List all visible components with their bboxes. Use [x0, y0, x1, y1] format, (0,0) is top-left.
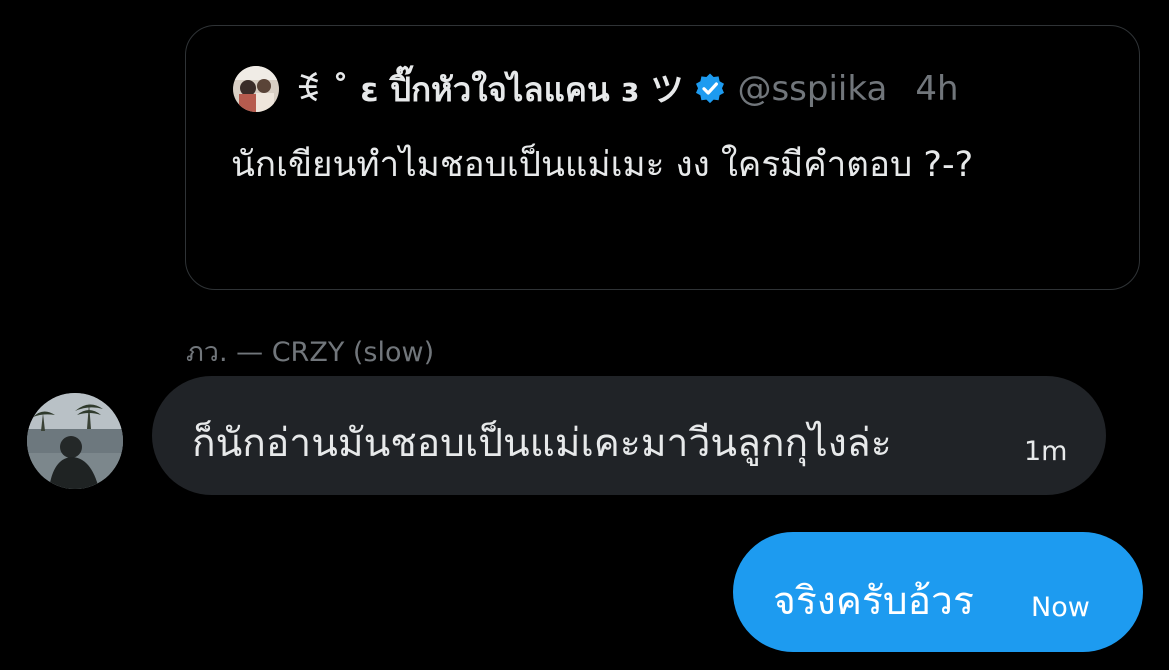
sender-avatar[interactable]	[27, 393, 123, 489]
quoted-tweet-header: ꉂ ˚ ɛ ปิ๊กหัวใจไลแคน ɜ ツ @sspiika 4h	[233, 62, 959, 116]
quoted-author-handle[interactable]: @sspiika	[737, 69, 887, 109]
quoted-author-name[interactable]: ꉂ ˚ ɛ ปิ๊กหัวใจไลแคน ɜ ツ	[295, 63, 683, 116]
verified-badge-icon	[693, 72, 727, 106]
incoming-message-time: 1m	[1024, 436, 1068, 467]
incoming-message-text: ก็นักอ่านมันชอบเป็นแม่เคะมาวีนลูกกุไงล่ะ	[192, 421, 892, 466]
quoted-author-avatar[interactable]	[233, 66, 279, 112]
quoted-tweet-text: นักเขียนทำไมชอบเป็นแม่เมะ งง ใครมีคำตอบ …	[231, 145, 974, 185]
outgoing-message-time: Now	[1031, 592, 1090, 623]
sender-name-label: ภว. — CRZY (slow)	[186, 337, 435, 368]
quoted-tweet-card[interactable]: ꉂ ˚ ɛ ปิ๊กหัวใจไลแคน ɜ ツ @sspiika 4h นัก…	[185, 25, 1140, 290]
outgoing-message-bubble[interactable]: จริงครับอ้วร Now	[733, 532, 1143, 652]
quoted-tweet-time: 4h	[915, 69, 959, 109]
outgoing-message-text: จริงครับอ้วร	[773, 579, 974, 624]
incoming-message-bubble[interactable]: ก็นักอ่านมันชอบเป็นแม่เคะมาวีนลูกกุไงล่ะ…	[152, 376, 1106, 495]
